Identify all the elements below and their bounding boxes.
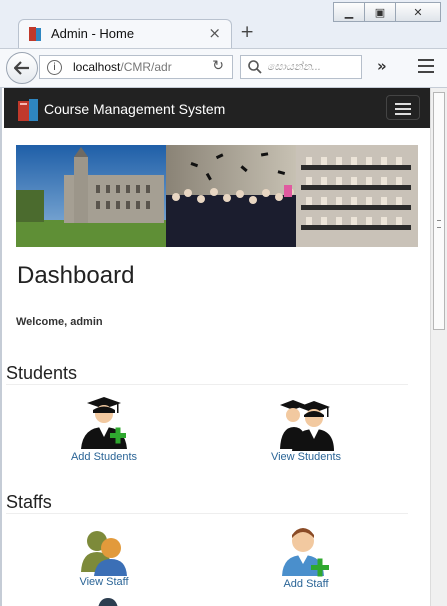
minimize-button[interactable]: ▁ bbox=[333, 2, 365, 22]
section-divider bbox=[6, 513, 408, 514]
search-input[interactable]: සොයන්න... bbox=[240, 55, 362, 79]
view-staff-link[interactable]: View Staff bbox=[56, 576, 152, 588]
tab-title: Admin - Home bbox=[51, 26, 135, 41]
section-divider bbox=[6, 384, 408, 385]
browser-navbar: i localhost/CMR/adr ↻ සොයන්න... » bbox=[0, 48, 447, 88]
browser-menu-icon[interactable] bbox=[418, 59, 434, 73]
graduates-group-icon bbox=[280, 400, 334, 451]
toolbar-overflow-icon[interactable]: » bbox=[377, 57, 387, 75]
add-students-link[interactable]: Add Students bbox=[56, 451, 152, 463]
tab-close-icon[interactable]: × bbox=[208, 24, 221, 42]
back-arrow-icon bbox=[14, 61, 29, 75]
view-students-tile[interactable]: View Students bbox=[258, 397, 354, 463]
back-button[interactable] bbox=[6, 52, 38, 84]
window-controls: ▁ ▣ ✕ bbox=[333, 2, 441, 22]
search-placeholder: සොයන්න... bbox=[267, 61, 321, 73]
staff-add-icon bbox=[282, 528, 329, 577]
close-window-button[interactable]: ✕ bbox=[395, 2, 441, 22]
welcome-message: Welcome, admin bbox=[16, 316, 103, 328]
book-favicon-icon bbox=[29, 27, 41, 41]
partial-user-icon bbox=[98, 598, 118, 606]
page-title: Dashboard bbox=[17, 262, 135, 289]
staffs-section-title: Staffs bbox=[6, 492, 52, 512]
address-bar[interactable]: i localhost/CMR/adr ↻ bbox=[39, 55, 233, 79]
url-text: localhost/CMR/adr bbox=[73, 60, 172, 74]
add-staff-tile[interactable]: Add Staff bbox=[258, 528, 354, 590]
view-staff-tile[interactable]: View Staff bbox=[56, 528, 152, 588]
add-staff-link[interactable]: Add Staff bbox=[258, 578, 354, 590]
students-section-title: Students bbox=[6, 363, 78, 383]
reload-icon[interactable]: ↻ bbox=[212, 58, 224, 74]
graduate-add-icon bbox=[81, 397, 127, 449]
new-tab-button[interactable]: + bbox=[240, 22, 254, 42]
scrollbar-thumb[interactable] bbox=[433, 92, 445, 330]
graduation-banner-image bbox=[16, 145, 418, 247]
browser-titlebar: ▁ ▣ ✕ Admin - Home × + bbox=[0, 0, 447, 48]
app-navbar: Course Management System bbox=[4, 88, 430, 128]
nav-toggle-button[interactable] bbox=[386, 95, 420, 120]
search-icon bbox=[248, 60, 262, 74]
browser-tab-active[interactable]: Admin - Home × bbox=[18, 19, 232, 48]
page-viewport: Course Management System Dashboard Welco… bbox=[0, 88, 430, 606]
restore-button[interactable]: ▣ bbox=[364, 2, 396, 22]
view-students-link[interactable]: View Students bbox=[258, 451, 354, 463]
info-icon[interactable]: i bbox=[47, 60, 62, 75]
book-logo-icon bbox=[18, 99, 38, 121]
vertical-scrollbar[interactable] bbox=[430, 88, 447, 606]
staff-group-icon bbox=[81, 531, 127, 576]
add-students-tile[interactable]: Add Students bbox=[56, 397, 152, 463]
app-brand[interactable]: Course Management System bbox=[44, 101, 225, 117]
